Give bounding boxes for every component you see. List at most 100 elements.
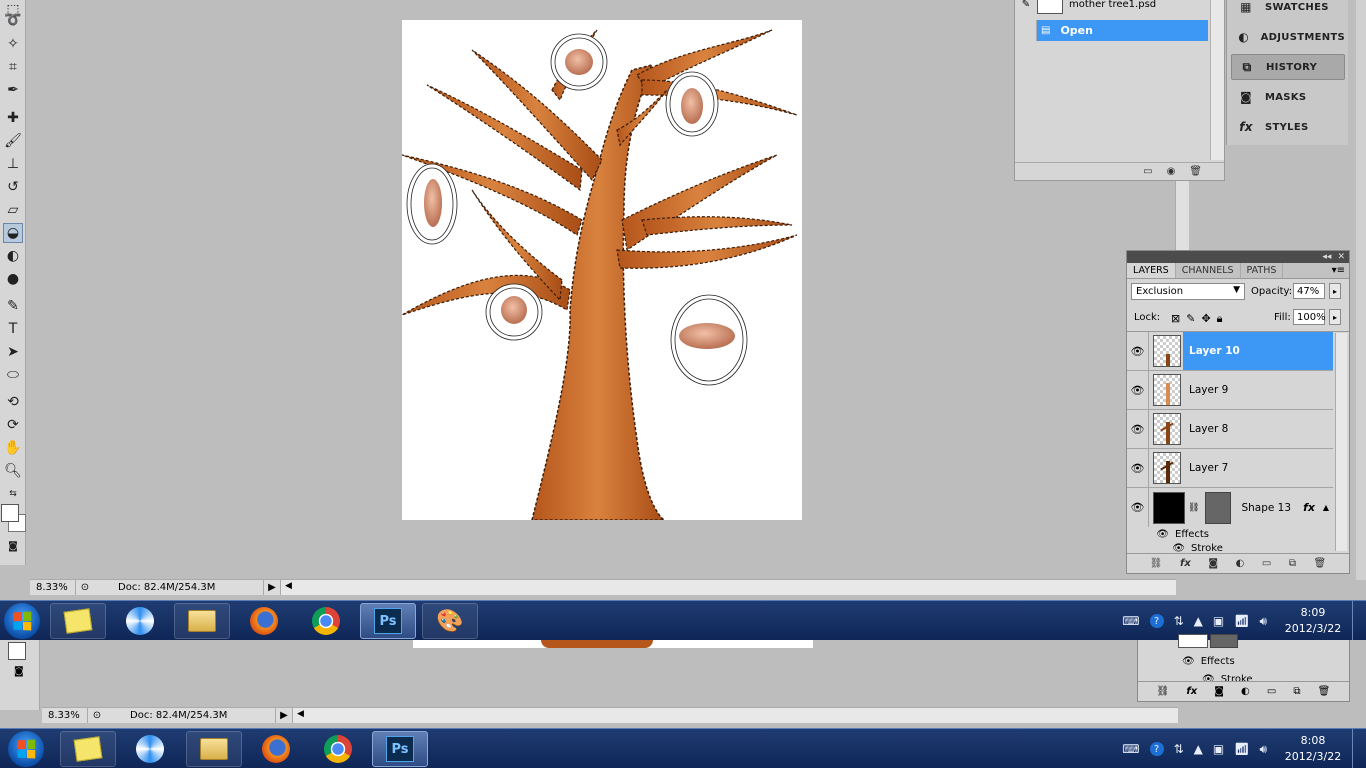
status-menu-arrow-icon[interactable]: ▶ — [276, 710, 292, 721]
layer-row-layer-9[interactable]: 👁︎ Layer 9 — [1127, 371, 1333, 410]
status-menu-arrow-icon[interactable]: ▶ — [264, 582, 280, 593]
stroke-visibility-eye-icon[interactable]: 👁︎ — [1127, 543, 1191, 553]
delete-layer-icon[interactable]: 🗑︎ — [1314, 558, 1327, 569]
swap-colors-icon[interactable]: ⇆ — [3, 484, 23, 504]
keyboard-icon[interactable]: ⌨ — [1122, 742, 1139, 756]
3d-rotate-tool-icon[interactable]: ⟲ — [3, 392, 23, 412]
dock-history-button[interactable]: ⧉ HISTORY — [1231, 54, 1345, 80]
status-info-icon[interactable]: ⊙ — [76, 582, 94, 593]
layer-name[interactable]: Layer 7 — [1183, 449, 1333, 487]
layer-row-layer-10[interactable]: 👁︎ Layer 10 — [1127, 332, 1333, 371]
lasso-tool-icon[interactable]: ➰ — [3, 10, 23, 30]
layers-scrollbar[interactable] — [1335, 333, 1347, 551]
help-icon[interactable]: ? — [1149, 614, 1164, 628]
collapse-panel-icon[interactable]: ◂◂ — [1322, 252, 1331, 262]
lower-document-canvas[interactable] — [413, 640, 813, 648]
blur-tool-icon[interactable]: ◐ — [3, 246, 23, 266]
lock-position-icon[interactable]: ✥ — [1201, 312, 1210, 326]
tab-paths[interactable]: PATHS — [1241, 263, 1284, 278]
link-chain-icon[interactable]: ⛓ — [1188, 503, 1199, 513]
close-panel-icon[interactable]: ✕ — [1337, 252, 1345, 262]
lower-effects-row[interactable]: 👁︎ Effects — [1182, 656, 1235, 667]
new-layer-icon[interactable]: ⧉ — [1289, 558, 1296, 569]
taskbar-firefox[interactable] — [236, 603, 292, 639]
layer-name[interactable]: Layer 9 — [1183, 371, 1333, 409]
network-signal-icon[interactable]: 📶︎ — [1234, 742, 1249, 756]
device-icon[interactable]: ▣ — [1213, 742, 1224, 756]
lock-transparent-pixels-icon[interactable]: ⊠ — [1171, 312, 1180, 326]
brush-tool-icon[interactable]: 🖌 — [3, 131, 23, 151]
crop-tool-icon[interactable]: ⌗ — [3, 57, 23, 77]
stroke-effect-row[interactable]: 👁︎ Stroke — [1127, 543, 1333, 553]
lower-horizontal-scrollbar[interactable]: ◀ — [292, 708, 1178, 723]
opacity-input[interactable]: 47% — [1293, 283, 1325, 299]
lower-taskbar-sticky-notes[interactable] — [60, 731, 116, 767]
input-method-icon[interactable]: ⇅ — [1174, 614, 1184, 628]
new-layer-icon[interactable]: ⧉ — [1293, 686, 1300, 697]
new-adjustment-layer-icon[interactable]: ◐ — [1241, 686, 1250, 697]
lower-taskbar-chrome[interactable] — [310, 731, 366, 767]
layer-row-layer-7[interactable]: 👁︎ Layer 7 — [1127, 449, 1333, 488]
lower-zoom-level[interactable]: 8.33% — [42, 708, 88, 723]
lower-taskbar-firefox[interactable] — [248, 731, 304, 767]
layer-row-layer-8[interactable]: 👁︎ Layer 8 — [1127, 410, 1333, 449]
dodge-tool-icon[interactable]: ● — [3, 269, 23, 289]
show-hidden-icons-icon[interactable]: ▲ — [1194, 614, 1203, 628]
new-adjustment-layer-icon[interactable]: ◐ — [1236, 558, 1245, 569]
clock[interactable]: 8:09 2012/3/22 — [1278, 605, 1348, 637]
add-layer-mask-icon[interactable]: ◙ — [1208, 558, 1218, 569]
taskbar-photoshop[interactable]: Ps — [360, 603, 416, 639]
clone-stamp-tool-icon[interactable]: ⊥ — [3, 154, 23, 174]
lower-start-button[interactable] — [8, 731, 44, 767]
new-group-icon[interactable]: ▭ — [1267, 686, 1276, 697]
visibility-eye-icon[interactable]: 👁︎ — [1127, 371, 1149, 409]
history-scrollbar[interactable] — [1210, 0, 1224, 160]
delete-state-icon[interactable]: 🗑︎ — [1189, 166, 1202, 177]
fill-input[interactable]: 100% — [1293, 309, 1326, 325]
zoom-tool-icon[interactable]: 🔍︎ — [3, 461, 23, 481]
show-desktop-button[interactable] — [1352, 601, 1366, 641]
history-snapshot-row[interactable]: ✎ mother tree1.psd — [1015, 0, 1208, 15]
device-icon[interactable]: ▣ — [1213, 614, 1224, 628]
visibility-eye-icon[interactable]: 👁︎ — [1127, 332, 1149, 370]
layers-panel-titlebar[interactable]: ◂◂ ✕ — [1127, 251, 1349, 263]
window-edge-scrollbar[interactable] — [1356, 0, 1366, 580]
dock-styles-button[interactable]: fx STYLES — [1231, 114, 1345, 140]
add-layer-mask-icon[interactable]: ◙ — [1214, 686, 1224, 697]
layer-name[interactable]: Layer 8 — [1183, 410, 1333, 448]
status-info-icon[interactable]: ⊙ — [88, 710, 106, 721]
lower-taskbar-media-center[interactable] — [122, 731, 178, 767]
link-layers-icon[interactable]: ⛓ — [1157, 686, 1170, 697]
tab-layers[interactable]: LAYERS — [1127, 263, 1176, 278]
expand-effects-icon[interactable]: ▲ — [1323, 503, 1329, 512]
history-brush-source-icon[interactable]: ✎ — [1015, 0, 1037, 10]
visibility-eye-icon[interactable]: 👁︎ — [1127, 410, 1149, 448]
delete-layer-icon[interactable]: 🗑︎ — [1318, 686, 1331, 697]
lock-image-pixels-icon[interactable]: ✎ — [1186, 312, 1195, 326]
start-button[interactable] — [4, 603, 40, 639]
show-hidden-icons-icon[interactable]: ▲ — [1194, 742, 1203, 756]
dock-swatches-button[interactable]: ▦ SWATCHES — [1231, 0, 1345, 20]
lower-taskbar-photoshop[interactable]: Ps — [372, 731, 428, 767]
horizontal-scrollbar[interactable]: ◀ — [280, 580, 1176, 595]
new-group-icon[interactable]: ▭ — [1262, 558, 1271, 569]
taskbar-media-center[interactable] — [112, 603, 168, 639]
panel-menu-icon[interactable]: ▾≡ — [1332, 265, 1345, 276]
help-icon[interactable]: ? — [1149, 742, 1164, 756]
add-layer-style-icon[interactable]: fx — [1186, 686, 1197, 697]
3d-orbit-tool-icon[interactable]: ⟳ — [3, 415, 23, 435]
lower-foreground-color-swatch[interactable] — [8, 642, 26, 660]
layer-effects-row[interactable]: 👁︎ Effects — [1127, 527, 1333, 541]
network-signal-icon[interactable]: 📶︎ — [1234, 614, 1249, 628]
taskbar-paint[interactable]: 🎨 — [422, 603, 478, 639]
document-canvas[interactable] — [401, 20, 802, 521]
dock-adjustments-button[interactable]: ◐ ADJUSTMENTS — [1231, 24, 1345, 50]
visibility-eye-icon[interactable]: 👁︎ — [1127, 488, 1149, 527]
keyboard-icon[interactable]: ⌨ — [1122, 614, 1139, 628]
taskbar-chrome[interactable] — [298, 603, 354, 639]
opacity-slider-arrow-icon[interactable]: ▸ — [1329, 283, 1341, 299]
layer-row-shape-13[interactable]: 👁︎ ⛓ Shape 13 fx ▲ — [1127, 488, 1333, 527]
type-tool-icon[interactable]: T — [3, 319, 23, 339]
lower-taskbar-explorer[interactable] — [186, 731, 242, 767]
eraser-tool-icon[interactable]: ▱ — [3, 200, 23, 220]
